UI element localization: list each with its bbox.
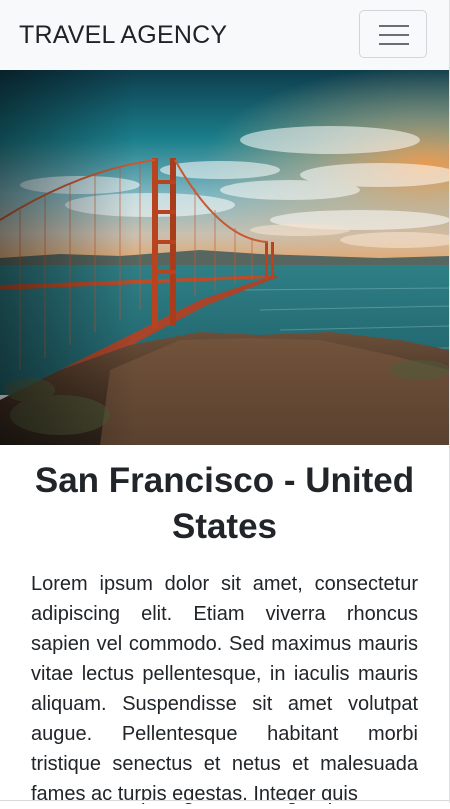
- hamburger-menu-icon: [379, 25, 409, 45]
- navbar-toggle-button[interactable]: [359, 10, 427, 58]
- article-body: Lorem ipsum dolor sit amet, consectetur …: [31, 573, 418, 805]
- top-navbar: TRAVEL AGENCY: [0, 0, 449, 70]
- hero-image: [0, 70, 449, 445]
- page-title: San Francisco - United States: [34, 461, 415, 546]
- brand-link[interactable]: TRAVEL AGENCY: [19, 19, 227, 51]
